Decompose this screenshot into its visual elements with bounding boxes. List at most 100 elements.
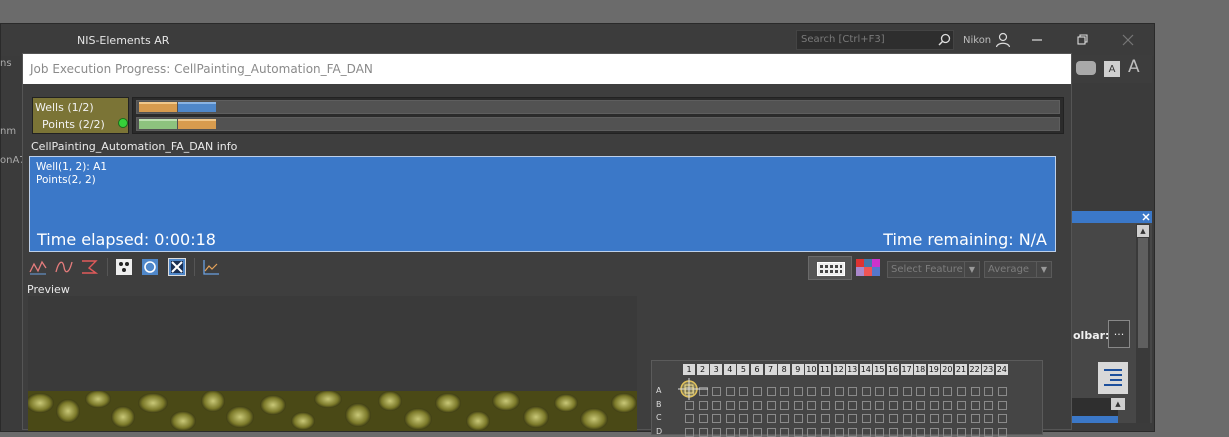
plate-well-A4[interactable]	[725, 387, 735, 396]
plate-well-D24[interactable]	[997, 427, 1007, 437]
plate-well-B20[interactable]	[943, 400, 953, 410]
plate-well-A3[interactable]	[712, 387, 722, 396]
plate-column-23[interactable]: 23	[982, 364, 995, 375]
plate-well-A20[interactable]	[943, 387, 953, 396]
plate-well-B18[interactable]	[916, 400, 926, 410]
scroll-up-icon[interactable]: ▲	[1111, 398, 1125, 410]
well-plate-map[interactable]: 1 2 3 4 5 6 7 8 9 10 11 12 13 14 15 16 17 18 19 20 21 22 23 24 …	[651, 360, 1043, 437]
plate-column-7[interactable]: 7	[764, 364, 777, 375]
plate-well-B12[interactable]	[834, 400, 844, 410]
plate-well-D16[interactable]	[889, 427, 898, 437]
plate-well-D18[interactable]	[916, 427, 926, 437]
plate-well-B9[interactable]	[793, 400, 803, 410]
plate-column-21[interactable]: 21	[955, 364, 967, 375]
plate-well-A9[interactable]	[793, 387, 803, 396]
plate-well-A13[interactable]	[848, 387, 858, 396]
clear-chart-icon[interactable]	[80, 258, 98, 276]
plate-well-D5[interactable]	[739, 427, 749, 437]
plate-well-B2[interactable]	[698, 400, 708, 410]
plate-well-D17[interactable]	[902, 427, 912, 437]
plate-well-D4[interactable]	[725, 427, 735, 437]
plate-well-B16[interactable]	[889, 400, 898, 410]
plate-well-D19[interactable]	[929, 427, 939, 437]
plate-well-B6[interactable]	[753, 400, 762, 410]
plate-row-B[interactable]: B	[656, 400, 662, 409]
plate-well-C18[interactable]	[916, 414, 926, 423]
plate-well-B24[interactable]	[997, 400, 1007, 410]
plate-well-C1[interactable]	[685, 414, 694, 423]
plate-well-C2[interactable]	[698, 414, 708, 423]
plate-well-C6[interactable]	[753, 414, 762, 423]
plate-well-A22[interactable]	[970, 387, 980, 396]
plate-well-B7[interactable]	[766, 400, 776, 410]
user-icon[interactable]	[995, 32, 1011, 48]
plate-well-D23[interactable]	[984, 427, 994, 437]
plate-well-D7[interactable]	[766, 427, 776, 437]
plate-column-11[interactable]: 11	[819, 364, 831, 375]
plate-column-22[interactable]: 22	[968, 364, 981, 375]
plate-well-A24[interactable]	[997, 387, 1007, 396]
plate-well-A15[interactable]	[875, 387, 885, 396]
plate-well-C7[interactable]	[766, 414, 776, 423]
plate-well-C9[interactable]	[793, 414, 803, 423]
plate-well-B5[interactable]	[739, 400, 749, 410]
font-large-button[interactable]: A	[1128, 57, 1140, 77]
plate-column-24[interactable]: 24	[995, 364, 1008, 375]
font-small-button[interactable]: A	[1104, 61, 1120, 77]
plate-column-4[interactable]: 4	[723, 364, 736, 375]
plate-well-C8[interactable]	[780, 414, 790, 423]
plate-well-B4[interactable]	[725, 400, 735, 410]
plate-column-9[interactable]: 9	[791, 364, 804, 375]
select-feature-dropdown[interactable]: Select Feature ▼	[887, 261, 980, 278]
plate-well-A21[interactable]	[957, 387, 966, 396]
plate-well-B22[interactable]	[970, 400, 980, 410]
plate-column-15[interactable]: 15	[873, 364, 886, 375]
plate-well-B1[interactable]	[685, 400, 694, 410]
plate-column-1[interactable]: 1	[683, 364, 695, 375]
plate-well-B10[interactable]	[807, 400, 817, 410]
points-icon[interactable]	[115, 258, 133, 276]
scrollbar[interactable]: ▲	[1136, 224, 1150, 423]
plate-well-C4[interactable]	[725, 414, 735, 423]
refresh-icon[interactable]	[141, 258, 159, 276]
plate-well-A10[interactable]	[807, 387, 817, 396]
plate-well-C16[interactable]	[889, 414, 898, 423]
plate-column-14[interactable]: 14	[859, 364, 872, 375]
plate-well-D9[interactable]	[793, 427, 803, 437]
search-icon[interactable]	[938, 33, 951, 46]
plate-well-D13[interactable]	[848, 427, 858, 437]
plate-column-8[interactable]: 8	[778, 364, 791, 375]
plate-well-B13[interactable]	[848, 400, 858, 410]
plate-well-C3[interactable]	[712, 414, 722, 423]
close-icon[interactable]	[1141, 212, 1151, 222]
plate-well-D14[interactable]	[861, 427, 871, 437]
restore-icon[interactable]	[1074, 32, 1090, 48]
plate-column-5[interactable]: 5	[737, 364, 750, 375]
plate-well-B21[interactable]	[957, 400, 966, 410]
plate-well-A17[interactable]	[902, 387, 912, 396]
plate-well-A16[interactable]	[889, 387, 898, 396]
align-icon[interactable]	[1098, 362, 1128, 394]
plate-well-C12[interactable]	[834, 414, 844, 423]
plate-column-18[interactable]: 18	[914, 364, 927, 375]
plate-well-D8[interactable]	[780, 427, 790, 437]
plate-well-B19[interactable]	[929, 400, 939, 410]
plate-well-C23[interactable]	[984, 414, 994, 423]
plate-column-6[interactable]: 6	[751, 364, 763, 375]
plate-well-D11[interactable]	[821, 427, 830, 437]
plate-well-D6[interactable]	[753, 427, 762, 437]
user-name[interactable]: Nikon	[963, 35, 991, 46]
plate-well-D3[interactable]	[712, 427, 722, 437]
plate-row-C[interactable]: C	[656, 413, 662, 422]
plate-well-B14[interactable]	[861, 400, 871, 410]
plate-well-A6[interactable]	[753, 387, 762, 396]
plate-row-D[interactable]: D	[656, 427, 662, 436]
plate-well-C17[interactable]	[902, 414, 912, 423]
plate-well-A11[interactable]	[821, 387, 830, 396]
plate-well-C15[interactable]	[875, 414, 885, 423]
plate-column-16[interactable]: 16	[887, 364, 899, 375]
search-input[interactable]: Search [Ctrl+F3]	[796, 30, 954, 50]
plate-well-B8[interactable]	[780, 400, 790, 410]
plate-column-17[interactable]: 17	[900, 364, 913, 375]
plate-column-2[interactable]: 2	[696, 364, 709, 375]
